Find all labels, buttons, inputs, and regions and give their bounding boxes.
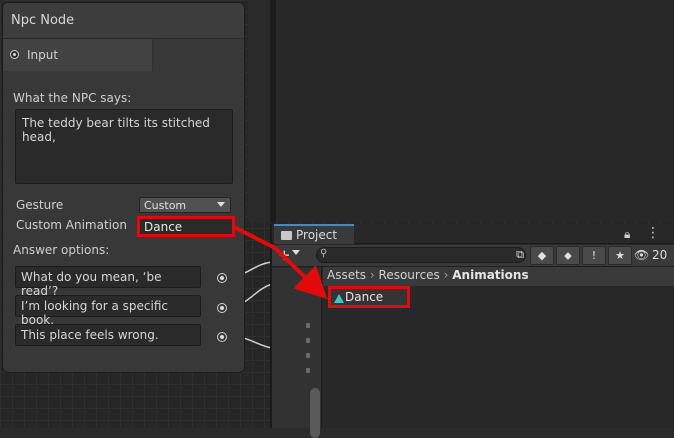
breadcrumb-chevron-icon: ›: [443, 268, 453, 282]
filter-by-label-icon[interactable]: ⬥: [556, 246, 580, 265]
input-port-label: Input: [27, 48, 59, 62]
breadcrumb-resources[interactable]: Resources: [379, 268, 440, 282]
search-icon: ⚲: [320, 248, 328, 259]
asset-name: Dance: [345, 290, 384, 304]
answer-port-3-icon[interactable]: [217, 332, 227, 342]
search-options-icon[interactable]: ⧉: [508, 246, 532, 265]
more-options-icon[interactable]: ⋮: [646, 225, 660, 241]
breadcrumb-assets[interactable]: Assets: [327, 268, 366, 282]
answer-port-1-icon[interactable]: [217, 273, 227, 283]
breadcrumb-animations[interactable]: Animations: [452, 268, 528, 282]
breadcrumb-chevron-icon: ›: [369, 268, 379, 282]
scene-panel: [270, 0, 674, 222]
says-label: What the NPC says:: [13, 91, 132, 105]
folder-icon: [281, 231, 292, 240]
tree-marker: [306, 338, 310, 343]
answers-label: Answer options:: [13, 243, 110, 257]
gesture-label: Gesture: [16, 198, 64, 212]
favorite-star-icon[interactable]: ★: [608, 246, 632, 265]
says-textarea[interactable]: The teddy bear tilts its stitched head,: [15, 109, 233, 184]
project-tabbar: Project 🔒︎ ⋮: [272, 224, 674, 244]
add-dropdown-icon[interactable]: [292, 250, 300, 255]
gesture-value: Custom: [144, 199, 187, 212]
tab-project-label: Project: [296, 228, 338, 242]
answer-option-3[interactable]: This place feels wrong.: [15, 324, 201, 346]
input-port-bar: Input: [3, 39, 153, 71]
npc-node[interactable]: Npc Node Input What the NPC says: The te…: [2, 2, 245, 373]
tree-marker: [306, 368, 310, 373]
answer-port-2-icon[interactable]: [217, 303, 227, 313]
dance-animation-asset[interactable]: Dance: [328, 286, 410, 308]
custom-animation-label: Custom Animation: [16, 218, 127, 232]
panel-divider[interactable]: [270, 0, 276, 222]
input-port-icon[interactable]: [10, 50, 19, 59]
breadcrumb: Assets › Resources › Animations: [323, 267, 674, 286]
tree-marker: [306, 323, 310, 328]
tab-project[interactable]: Project: [274, 224, 354, 244]
project-window: Project 🔒︎ ⋮ + ⚲ ⧉ ◆ ⬥ ! ★ 👁︎ 20 Assets …: [270, 224, 674, 438]
warning-filter-icon[interactable]: !: [582, 246, 606, 265]
dropdown-arrow-icon: [217, 202, 225, 207]
search-input[interactable]: ⚲: [316, 247, 526, 263]
visible-count: 20: [652, 248, 668, 262]
lock-icon[interactable]: 🔒︎: [624, 227, 630, 242]
add-button[interactable]: +: [278, 246, 291, 264]
folder-tree-pane[interactable]: [272, 268, 322, 438]
graph-gutter: [248, 0, 270, 222]
project-toolbar: + ⚲ ⧉ ◆ ⬥ ! ★ 👁︎ 20: [272, 245, 674, 267]
tree-marker: [306, 353, 310, 358]
filter-by-type-icon[interactable]: ◆: [530, 246, 554, 265]
answer-option-2[interactable]: I’m looking for a specific book.: [15, 295, 201, 327]
answer-option-1[interactable]: What do you mean, ‘be read’?: [15, 266, 201, 298]
scrollbar-thumb[interactable]: [310, 388, 320, 438]
node-title[interactable]: Npc Node: [3, 3, 244, 39]
animation-clip-icon: [334, 294, 344, 303]
custom-animation-field[interactable]: Dance: [137, 216, 235, 237]
gesture-dropdown[interactable]: Custom: [139, 197, 231, 213]
visibility-eye-icon[interactable]: 👁︎: [634, 248, 649, 262]
